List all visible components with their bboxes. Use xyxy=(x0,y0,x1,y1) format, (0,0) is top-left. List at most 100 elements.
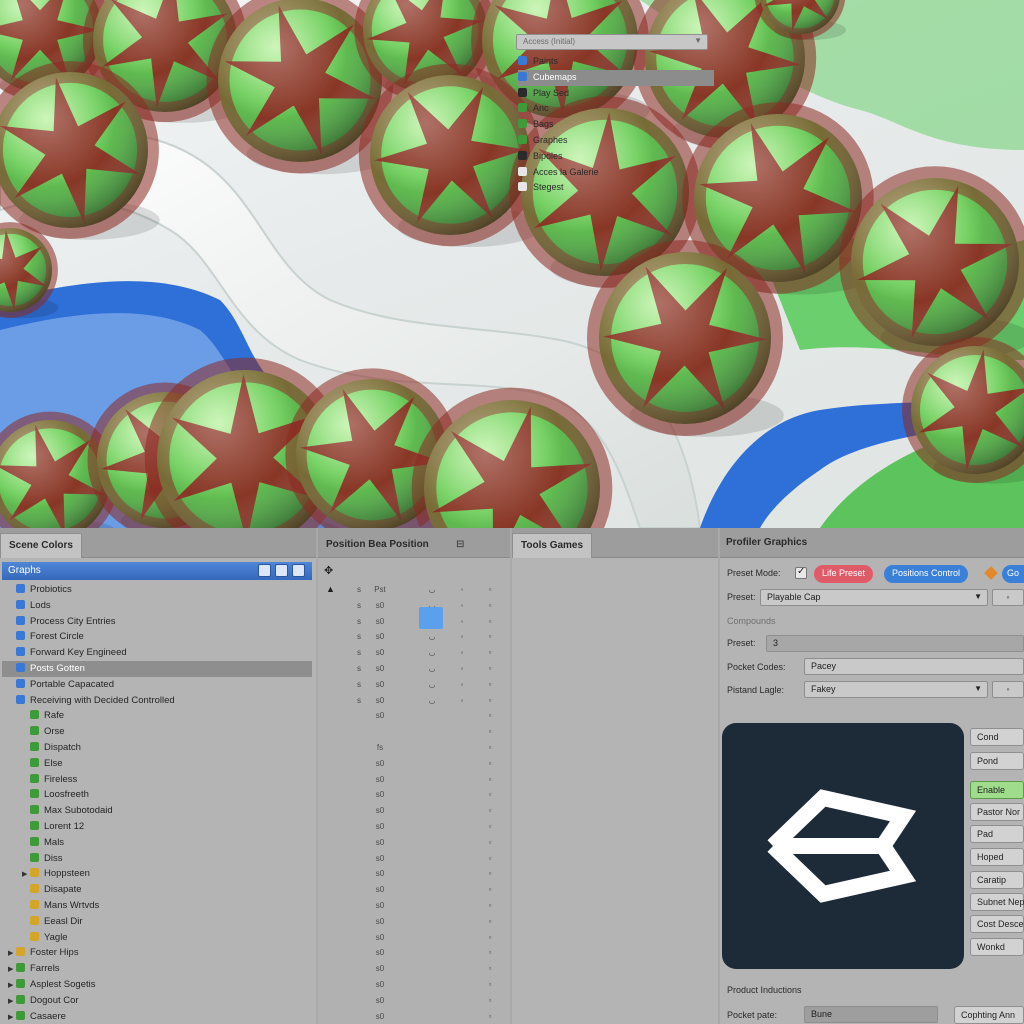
timeline-cell[interactable] xyxy=(422,993,442,1009)
timeline-cell[interactable] xyxy=(370,724,390,740)
inspector-action-button[interactable]: Hoped xyxy=(970,848,1024,866)
project-item[interactable]: Play Sed xyxy=(518,86,714,102)
timeline-cell[interactable] xyxy=(422,898,442,914)
timeline-cell[interactable] xyxy=(352,740,366,756)
timeline-cell[interactable] xyxy=(422,1009,442,1024)
project-item[interactable]: Paints xyxy=(518,54,714,70)
hierarchy-item[interactable]: Forward Key Engineed xyxy=(2,645,312,661)
project-item[interactable]: Anc xyxy=(518,101,714,117)
timeline-cell[interactable] xyxy=(352,977,366,993)
hierarchy-item[interactable]: Probiotics xyxy=(2,582,312,598)
timeline-cell[interactable]: s0 xyxy=(370,677,390,693)
timeline-cell[interactable]: ▫ xyxy=(480,977,500,993)
hierarchy-item[interactable]: Process City Entries xyxy=(2,614,312,630)
timeline-cell[interactable]: s0 xyxy=(370,961,390,977)
timeline-cell[interactable]: ▫ xyxy=(480,882,500,898)
hierarchy-header[interactable]: Graphs xyxy=(2,562,312,580)
timeline-cell[interactable] xyxy=(352,866,366,882)
timeline-cell[interactable]: ▫ xyxy=(480,708,500,724)
timeline-cell[interactable]: s0 xyxy=(370,882,390,898)
timeline-cell[interactable] xyxy=(422,803,442,819)
pistand-options-button[interactable]: ◦ xyxy=(992,681,1024,698)
timeline-cell[interactable]: ▫ xyxy=(480,851,500,867)
pistand-lagle-dropdown[interactable]: Fakey ▼ xyxy=(804,681,988,698)
timeline-cell[interactable]: s0 xyxy=(370,993,390,1009)
timeline-cell[interactable]: ▫ xyxy=(480,914,500,930)
timeline-cell[interactable] xyxy=(452,882,472,898)
inspector-action-button[interactable]: Cond xyxy=(970,728,1024,746)
timeline-cell[interactable]: ▫ xyxy=(480,835,500,851)
timeline-cell[interactable] xyxy=(452,708,472,724)
timeline-cell[interactable]: ▫ xyxy=(480,645,500,661)
timeline-cell[interactable]: ▫ xyxy=(480,693,500,709)
tab-scene-colors[interactable]: Scene Colors xyxy=(0,533,82,558)
hierarchy-item[interactable]: Diss xyxy=(2,851,312,867)
timeline-cell[interactable] xyxy=(452,851,472,867)
timeline-cell[interactable] xyxy=(352,835,366,851)
timeline-cell[interactable] xyxy=(452,977,472,993)
timeline-cell[interactable] xyxy=(452,993,472,1009)
green-red-sphere[interactable] xyxy=(902,337,1024,484)
tab-tools-games[interactable]: Tools Games xyxy=(512,533,593,558)
timeline-cell[interactable]: s xyxy=(352,693,366,709)
hierarchy-item[interactable]: Fireless xyxy=(2,772,312,788)
timeline-cell[interactable]: s0 xyxy=(370,977,390,993)
timeline-cell[interactable]: s0 xyxy=(370,945,390,961)
timeline-cell[interactable]: s0 xyxy=(370,1009,390,1024)
timeline-selected-key[interactable] xyxy=(419,607,443,629)
project-item[interactable]: Cubemaps xyxy=(518,69,714,86)
timeline-cell[interactable]: s0 xyxy=(370,898,390,914)
expand-arrow-icon[interactable]: ▶ xyxy=(8,1010,16,1024)
timeline-cell[interactable]: s0 xyxy=(370,661,390,677)
timeline-cell[interactable] xyxy=(452,961,472,977)
timeline-cell[interactable]: ◦ xyxy=(452,598,472,614)
timeline-cell[interactable]: ▫ xyxy=(480,629,500,645)
timeline-cell[interactable] xyxy=(352,708,366,724)
timeline-cell[interactable]: s xyxy=(352,677,366,693)
timeline-cell[interactable]: s0 xyxy=(370,693,390,709)
timeline-cell[interactable] xyxy=(452,724,472,740)
hierarchy-item[interactable]: Disapate xyxy=(2,882,312,898)
timeline-cell[interactable] xyxy=(422,787,442,803)
inspector-action-button[interactable]: Pad xyxy=(970,825,1024,843)
timeline-cell[interactable]: ▫ xyxy=(480,866,500,882)
project-item[interactable]: Bags xyxy=(518,117,714,133)
inspector-action-button[interactable]: Enable xyxy=(970,781,1024,799)
timeline-cell[interactable]: ◡ xyxy=(422,693,442,709)
scene-viewport[interactable] xyxy=(0,0,1024,528)
timeline-cell[interactable] xyxy=(452,930,472,946)
timeline-cell[interactable] xyxy=(352,756,366,772)
timeline-cell[interactable] xyxy=(422,914,442,930)
timeline-cell[interactable]: s0 xyxy=(370,819,390,835)
expand-arrow-icon[interactable]: ▶ xyxy=(8,962,16,978)
timeline-cell[interactable] xyxy=(352,961,366,977)
timeline-cell[interactable]: s0 xyxy=(370,866,390,882)
timeline-cell[interactable]: ▫ xyxy=(480,930,500,946)
project-item[interactable]: Stegest xyxy=(518,180,714,196)
timeline-cell[interactable]: ▫ xyxy=(480,898,500,914)
timeline-cell[interactable] xyxy=(422,740,442,756)
timeline-cell[interactable]: s0 xyxy=(370,803,390,819)
timeline-cell[interactable] xyxy=(352,882,366,898)
timeline-cell[interactable] xyxy=(452,787,472,803)
expand-arrow-icon[interactable]: ▶ xyxy=(8,946,16,962)
timeline-cell[interactable]: s0 xyxy=(370,787,390,803)
inspector-action-button[interactable]: Cost Descend xyxy=(970,915,1024,933)
preset-options-button[interactable]: ◦ xyxy=(992,589,1024,606)
timeline-cell[interactable] xyxy=(352,993,366,1009)
timeline-cell[interactable]: s0 xyxy=(370,629,390,645)
hierarchy-item[interactable]: ▶ Casaere xyxy=(2,1009,312,1024)
project-search-input[interactable]: Access (Initial) ▼ xyxy=(516,34,708,50)
green-red-sphere[interactable] xyxy=(0,61,160,240)
timeline-cell[interactable]: s0 xyxy=(370,835,390,851)
timeline-cell[interactable]: ▫ xyxy=(480,661,500,677)
timeline-cell[interactable]: ◦ xyxy=(452,629,472,645)
timeline-cell[interactable]: s xyxy=(352,614,366,630)
timeline-cell[interactable]: fs xyxy=(370,740,390,756)
timeline-cell[interactable]: s0 xyxy=(370,914,390,930)
timeline-cell[interactable]: ◦ xyxy=(452,693,472,709)
pocket-pate-field[interactable]: Bune xyxy=(804,1006,938,1023)
timeline-cell[interactable]: ▫ xyxy=(480,582,500,598)
go-pill[interactable]: Go xyxy=(1002,565,1024,583)
timeline-cell[interactable] xyxy=(452,914,472,930)
